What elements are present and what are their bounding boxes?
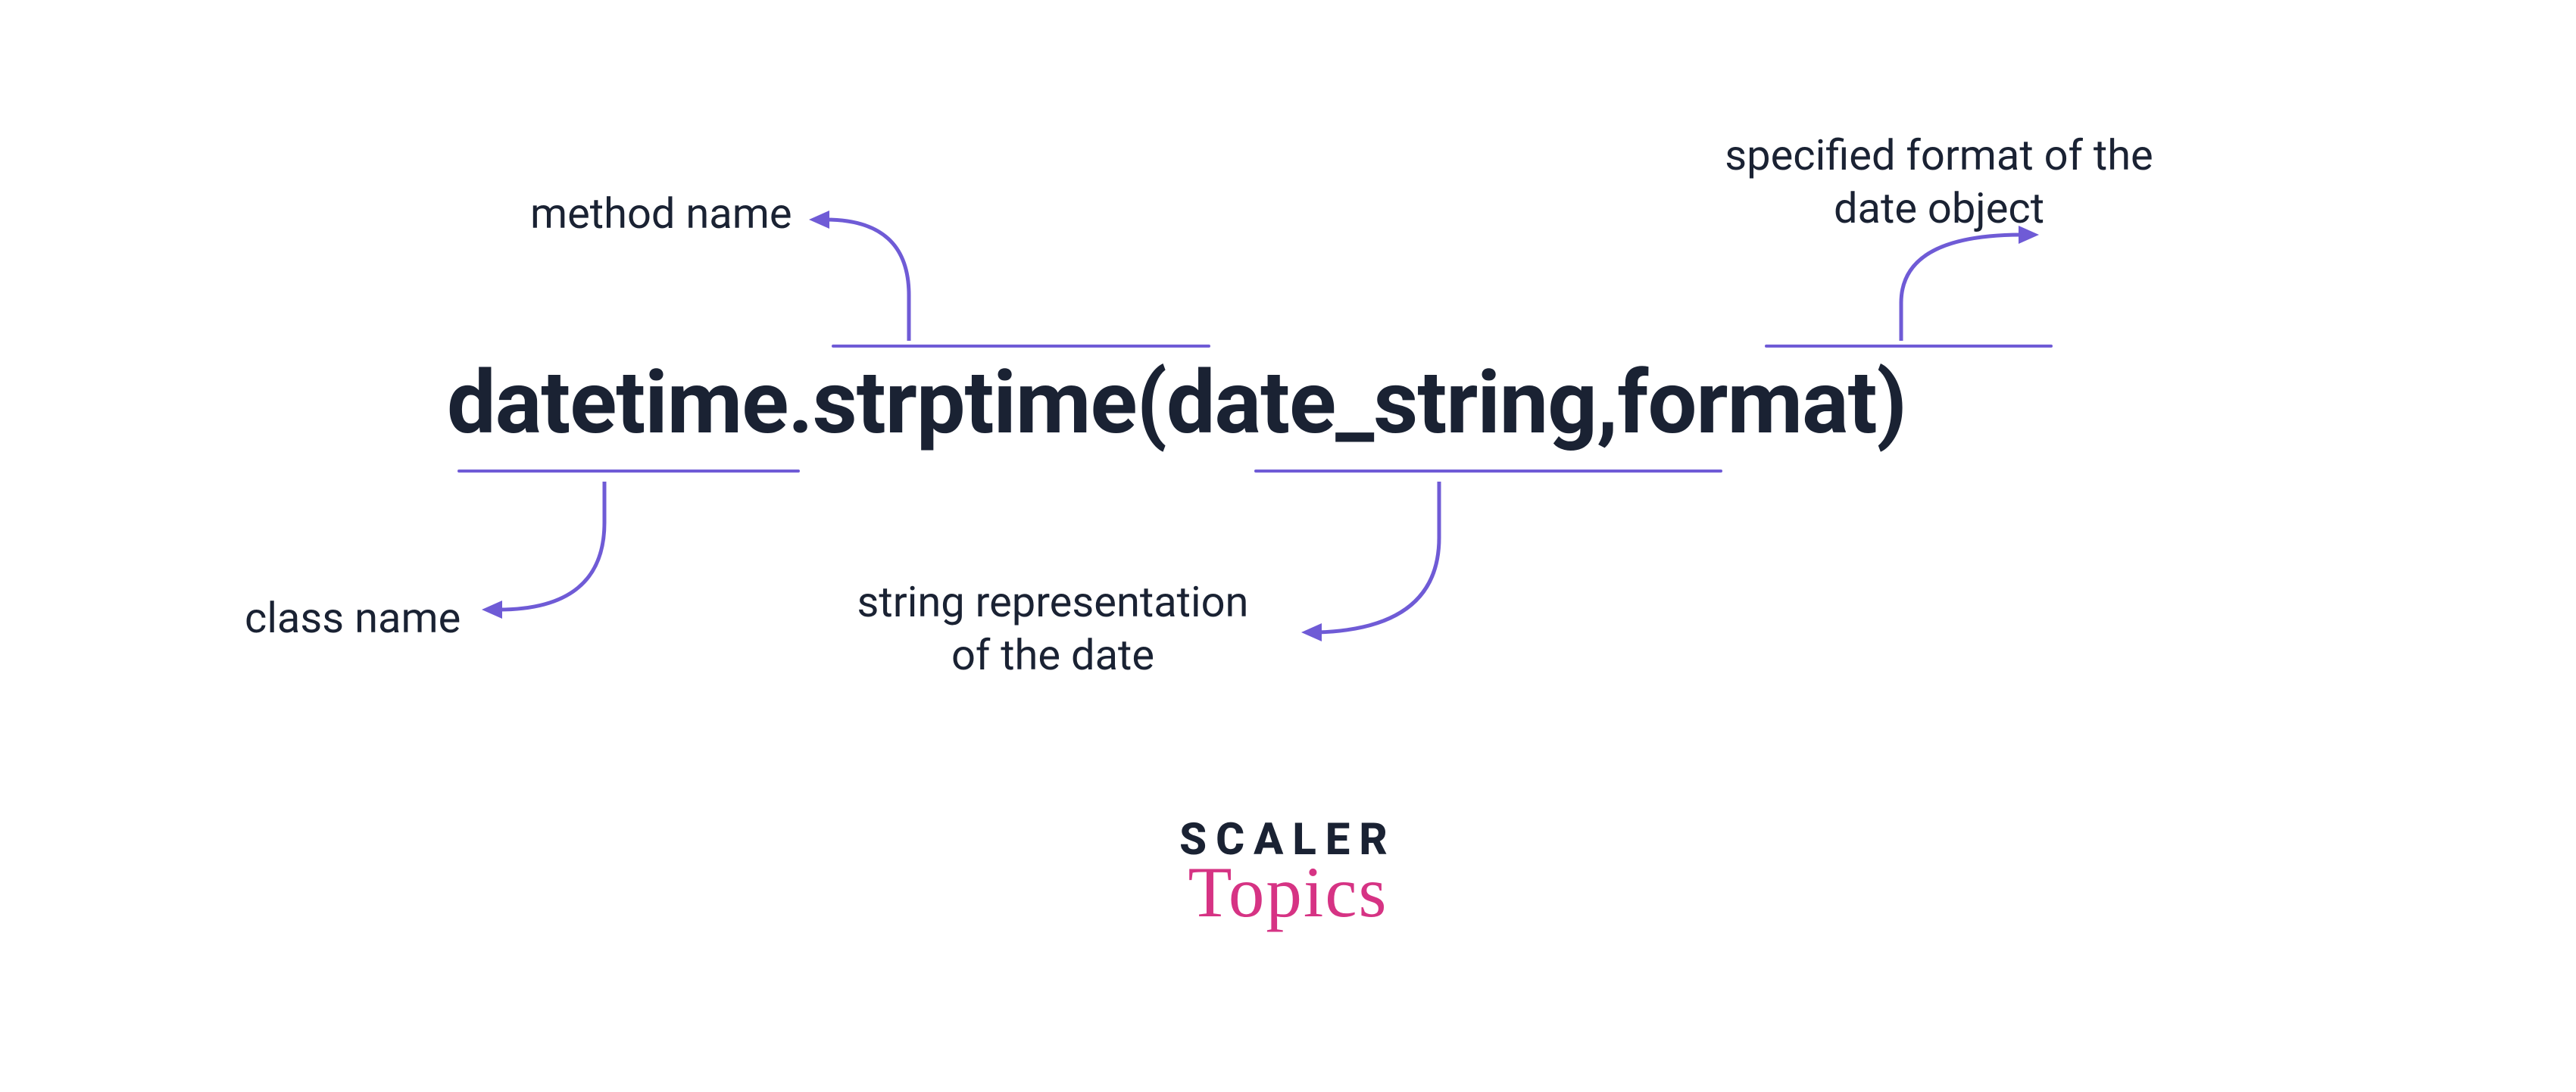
seg-dot: . — [788, 352, 812, 454]
seg-comma: , — [1597, 352, 1617, 454]
label-method-name: method name — [530, 187, 792, 240]
label-arg1: string representation of the date — [833, 576, 1272, 682]
seg-close: ) — [1877, 352, 1906, 454]
rule-class-name — [457, 470, 800, 473]
logo-topics: Topics — [1179, 850, 1397, 934]
code-expression: datetime.strptime(date_string, format) — [447, 352, 1906, 454]
label-method-name-text: method name — [530, 189, 792, 239]
seg-class-name: datetime — [447, 352, 788, 454]
label-arg2-line1: specified format of the — [1697, 129, 2181, 182]
arrow-class-name — [476, 477, 642, 629]
arrow-arg1 — [1288, 477, 1485, 651]
diagram-stage: datetime.strptime(date_string, format) m… — [0, 0, 2576, 1092]
arrow-arg2 — [1871, 227, 2053, 348]
label-arg1-line2: of the date — [833, 629, 1272, 682]
seg-arg1: date_string — [1166, 352, 1597, 454]
label-class-name: class name — [245, 591, 461, 644]
seg-open: ( — [1137, 352, 1166, 454]
label-arg1-line1: string representation — [833, 576, 1272, 629]
seg-arg2: format — [1617, 352, 1876, 454]
seg-method-name: strptime — [813, 352, 1137, 454]
arrow-method-name — [803, 197, 954, 348]
label-class-name-text: class name — [245, 593, 461, 643]
label-arg2: specified format of the date object — [1697, 129, 2181, 235]
logo: SCALER Topics — [1179, 814, 1397, 934]
rule-arg1 — [1254, 470, 1722, 473]
